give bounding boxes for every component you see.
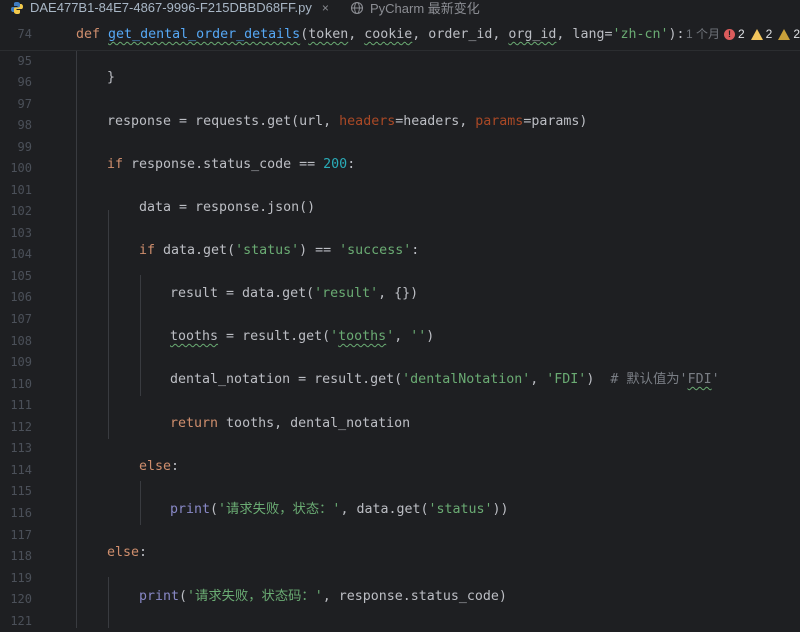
code-line: tooths = result.get('tooths', '') (170, 329, 435, 344)
line-number: 101 (10, 183, 32, 197)
tab-current-file[interactable]: DAE477B1-84E7-4867-9996-F215DBBD68FF.py … (10, 0, 329, 18)
error-icon: ! (723, 28, 735, 40)
git-blame-annotation: 1 个月 (686, 27, 721, 41)
line-number: 105 (10, 269, 32, 283)
line-number: 118 (10, 549, 32, 563)
function-signature: def get_dental_order_details(token, cook… (76, 27, 685, 42)
close-icon[interactable]: × (322, 1, 329, 15)
line-number: 121 (10, 614, 32, 628)
tab-label: DAE477B1-84E7-4867-9996-F215DBBD68FF.py (30, 0, 312, 15)
weak-warning-icon (778, 28, 791, 40)
line-number: 74 (17, 27, 32, 41)
line-number: 119 (10, 571, 32, 585)
line-number-gutter[interactable]: 95 96 97 98 99 100 101 102 103 104 105 1… (0, 51, 40, 628)
line-number: 120 (10, 592, 32, 606)
line-number: 114 (10, 463, 32, 477)
line-number: 102 (10, 204, 32, 218)
code-line: print('请求失败，状态码：', response.status_code) (139, 589, 507, 604)
code-line: return tooths, dental_notation (170, 416, 411, 431)
sticky-scope-header[interactable]: 74 def get_dental_order_details(token, c… (0, 20, 800, 51)
tab-whats-new[interactable]: PyCharm 最新变化 (350, 0, 480, 18)
line-number: 116 (10, 506, 32, 520)
line-number: 106 (10, 290, 32, 304)
line-number: 104 (10, 247, 32, 261)
line-number: 100 (10, 161, 32, 175)
line-number: 109 (10, 355, 32, 369)
tab-label: PyCharm 最新变化 (370, 1, 480, 16)
error-count: 2 (737, 27, 745, 41)
line-number: 98 (17, 118, 32, 132)
inspection-widget[interactable]: ! 2 2 2 (719, 27, 800, 41)
code-line: if data.get('status') == 'success': (139, 243, 420, 258)
line-number: 117 (10, 528, 32, 542)
code-line: else: (139, 459, 180, 474)
indent-guide (108, 210, 109, 439)
warning-count: 2 (765, 27, 773, 41)
line-number: 115 (10, 484, 32, 498)
code-line: if response.status_code == 200: (107, 157, 356, 172)
code-line: result = data.get('result', {}) (170, 286, 419, 301)
code-line: response = requests.get(url, headers=hea… (107, 114, 588, 129)
line-number: 108 (10, 334, 32, 348)
line-number: 107 (10, 312, 32, 326)
python-icon (11, 1, 23, 14)
line-number: 112 (10, 420, 32, 434)
weak-warning-count: 2 (793, 27, 800, 41)
code-editor[interactable]: 95 96 97 98 99 100 101 102 103 104 105 1… (0, 51, 800, 628)
line-number: 97 (17, 97, 32, 111)
indent-guide (108, 577, 109, 628)
indent-guide (76, 51, 77, 628)
warning-icon (750, 28, 763, 40)
line-number: 99 (17, 140, 32, 154)
line-number: 103 (10, 226, 32, 240)
line-number: 113 (10, 441, 32, 455)
indent-guide (140, 275, 141, 396)
line-number: 110 (10, 377, 32, 391)
indent-guide (140, 481, 141, 525)
editor-tab-bar: DAE477B1-84E7-4867-9996-F215DBBD68FF.py … (0, 0, 800, 18)
code-line: else: (107, 545, 148, 560)
code-line: dental_notation = result.get('dentalNota… (170, 372, 720, 387)
code-line: print('请求失败，状态：', data.get('status')) (170, 502, 509, 517)
line-number: 111 (10, 398, 32, 412)
line-number: 96 (17, 75, 32, 89)
globe-icon (350, 1, 364, 14)
code-line: data = response.json() (139, 200, 316, 215)
code-line: } (107, 70, 116, 85)
line-number: 95 (17, 54, 32, 68)
